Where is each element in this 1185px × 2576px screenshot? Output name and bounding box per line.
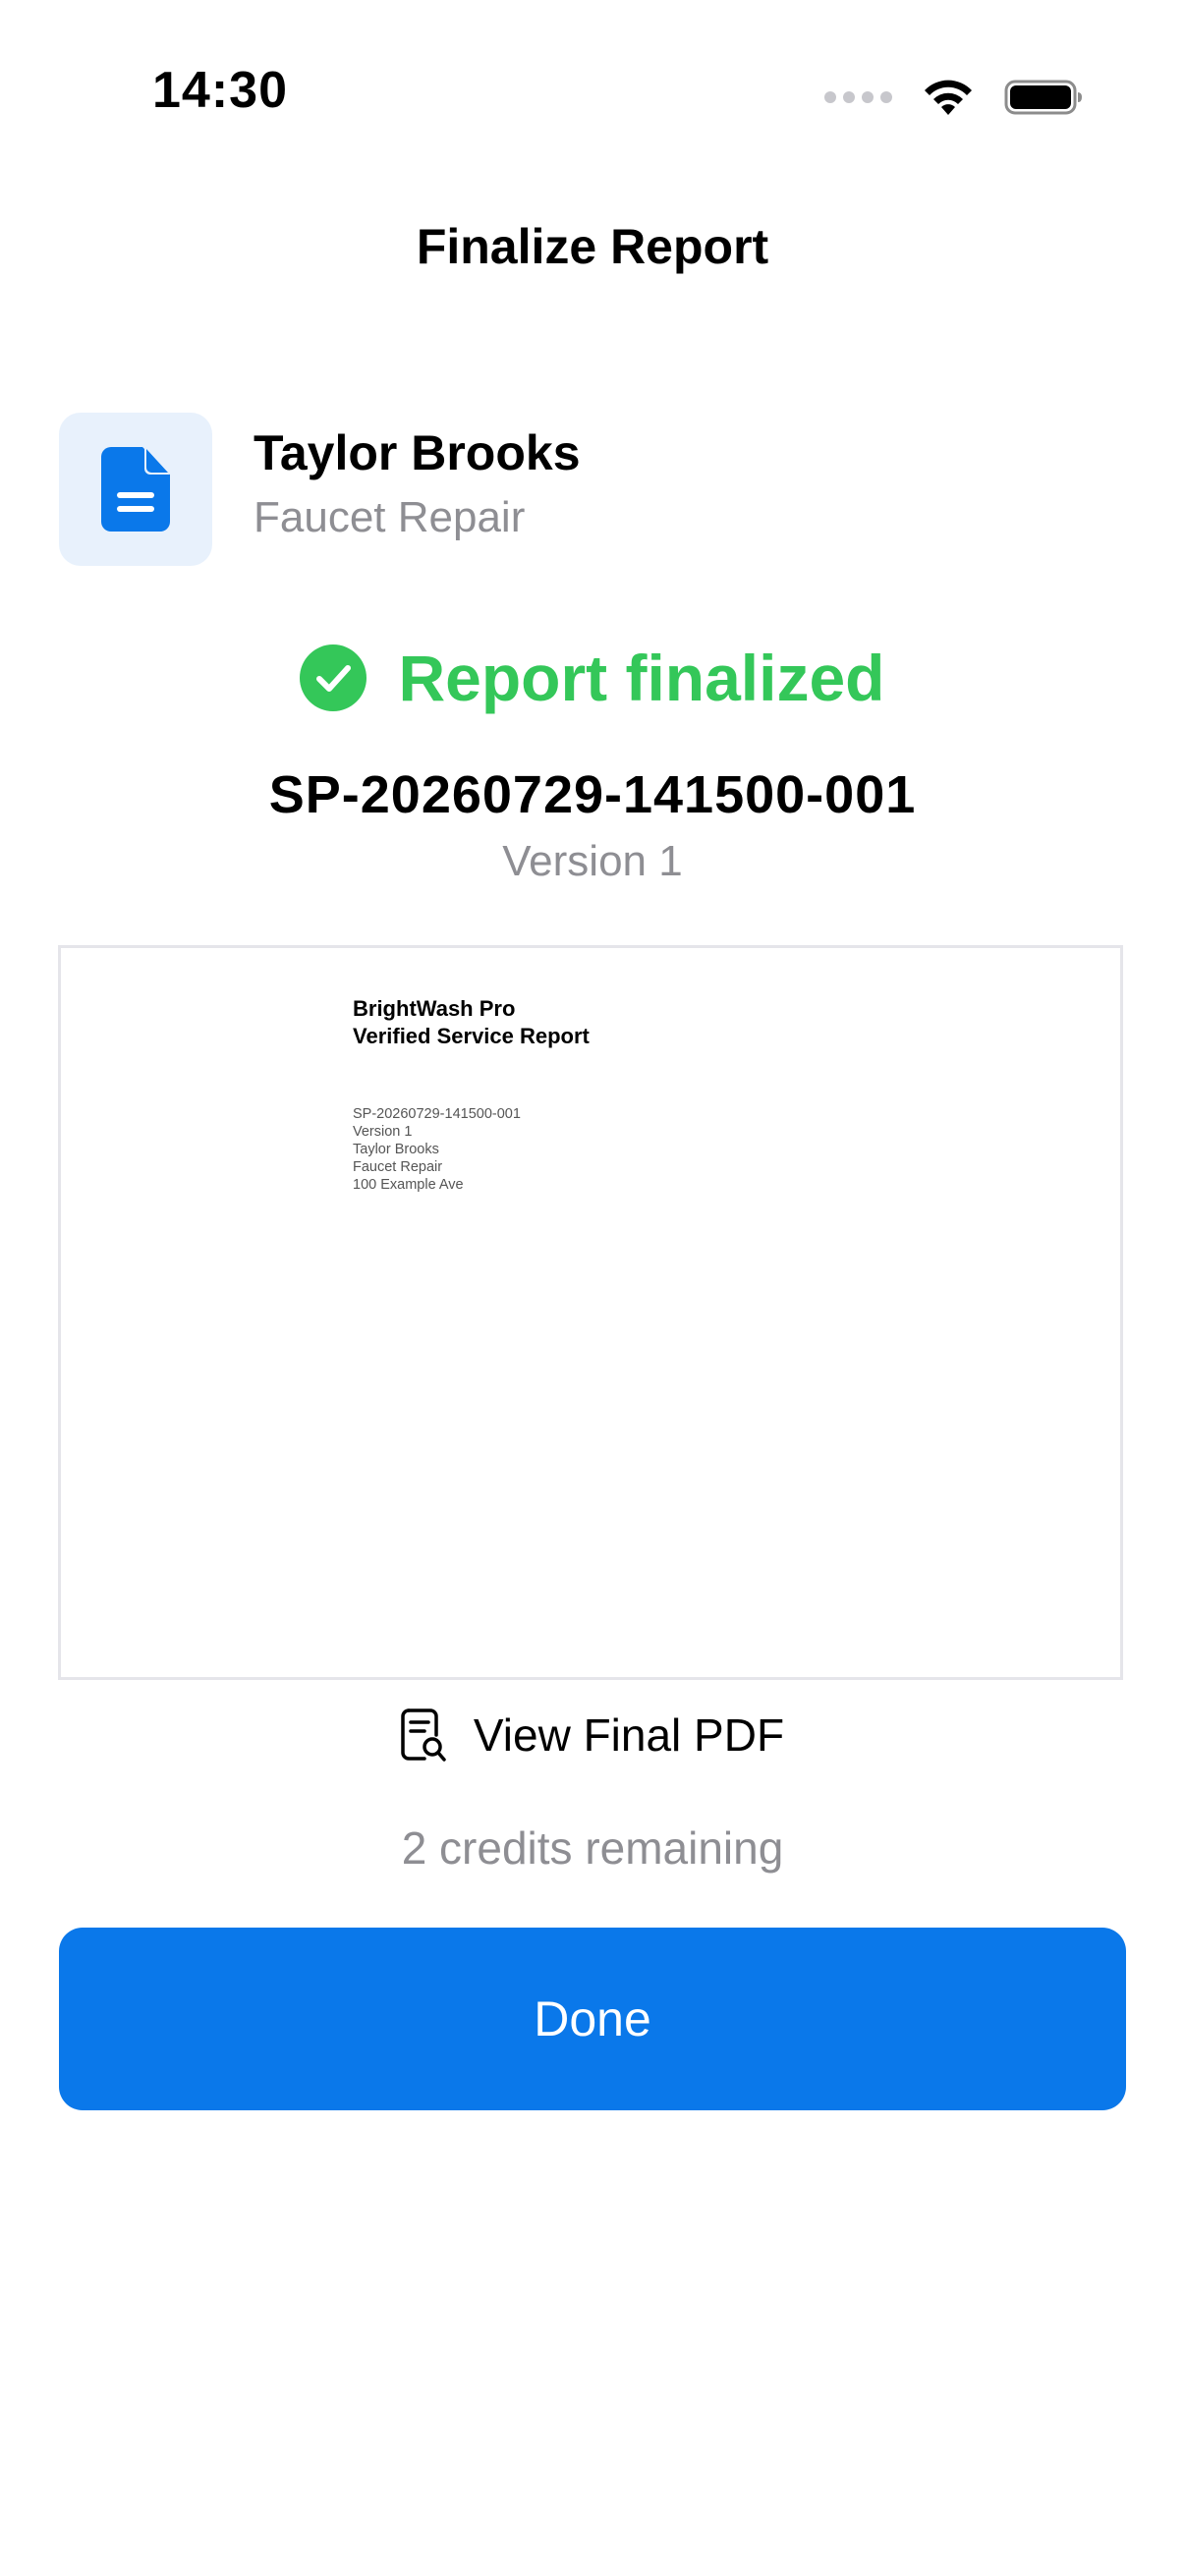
pdf-preview[interactable]: BrightWash Pro Verified Service Report S…: [58, 945, 1123, 1680]
credits-remaining: 2 credits remaining: [401, 1822, 784, 1874]
view-final-pdf-label: View Final PDF: [473, 1709, 785, 1761]
report-version: Version 1: [502, 837, 683, 885]
document-search-icon: [401, 1708, 446, 1762]
pdf-document-title: Verified Service Report: [353, 1024, 590, 1048]
page-title: Finalize Report: [416, 219, 769, 274]
status-icons: [824, 73, 1083, 122]
signal-icon: [824, 91, 892, 103]
pdf-header: BrightWash Pro Verified Service Report: [353, 995, 590, 1050]
pdf-line: Version 1: [353, 1124, 413, 1140]
pdf-line: 100 Example Ave: [353, 1177, 464, 1193]
finalized-status-text: Report finalized: [398, 642, 885, 714]
checkmark-circle-icon: [300, 644, 367, 711]
done-button[interactable]: Done: [59, 1928, 1126, 2110]
view-final-pdf-button[interactable]: View Final PDF: [0, 1706, 1185, 1764]
finalize-report-screen: 14:30 Finalize Report Taylor Brooks Fauc…: [0, 0, 1185, 2576]
pdf-company-name: BrightWash Pro: [353, 996, 516, 1021]
pdf-line: Taylor Brooks: [353, 1142, 439, 1157]
wifi-icon: [922, 78, 975, 117]
finalized-status: Report finalized: [0, 639, 1185, 717]
pdf-line: Faucet Repair: [353, 1159, 443, 1175]
service-type: Faucet Repair: [254, 493, 526, 541]
customer-name: Taylor Brooks: [254, 425, 581, 480]
pdf-details: SP-20260729-141500-001 Version 1 Taylor …: [353, 1105, 521, 1194]
pdf-line: SP-20260729-141500-001: [353, 1106, 521, 1122]
job-icon-tile: [59, 413, 212, 566]
status-time: 14:30: [152, 62, 288, 119]
report-id: SP-20260729-141500-001: [268, 765, 917, 824]
document-icon: [101, 447, 170, 532]
battery-icon: [1004, 78, 1083, 117]
